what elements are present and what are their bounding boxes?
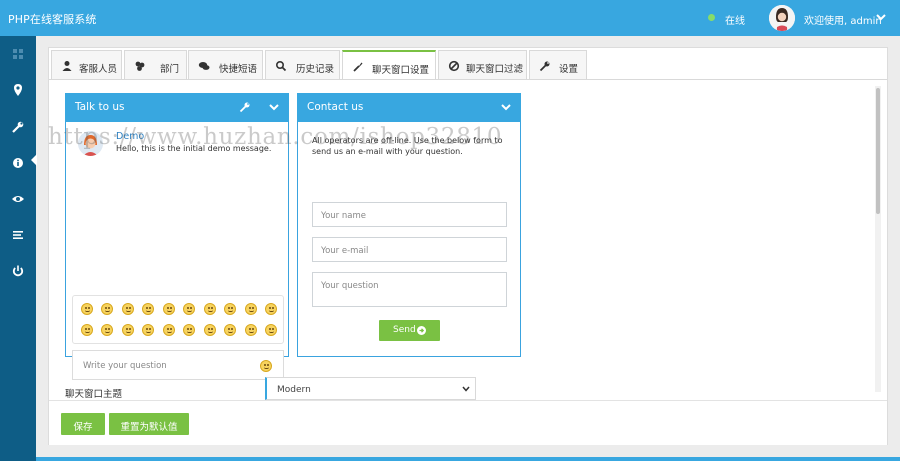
chevron-down-icon[interactable] — [876, 12, 886, 22]
wrench-icon — [539, 61, 550, 72]
emoji-icon[interactable] — [81, 303, 93, 315]
emoji-icon[interactable] — [224, 324, 236, 336]
chevron-down-icon[interactable] — [269, 102, 279, 112]
emoji-icon[interactable] — [142, 303, 154, 315]
ban-icon — [448, 60, 460, 72]
wrench-icon[interactable] — [11, 120, 25, 134]
active-nav-indicator — [31, 154, 37, 166]
user-avatar[interactable] — [769, 5, 795, 31]
chat-widget-title: Talk to us — [75, 101, 125, 113]
chat-messages-area: Demo Hello, this is the initial demo mes… — [66, 122, 288, 380]
tab-label: 部门 — [160, 64, 180, 75]
user-icon — [62, 61, 72, 71]
save-button-label: 保存 — [73, 422, 93, 433]
chevron-down-icon[interactable] — [501, 102, 511, 112]
chevron-down-icon — [462, 386, 470, 392]
contact-widget-header: Contact us — [297, 93, 521, 122]
tab-content: Talk to us Demo Hello, this is the initi… — [51, 80, 887, 400]
chat-bubbles-icon — [198, 62, 210, 70]
emoji-icon[interactable] — [183, 303, 195, 315]
tab-departments[interactable]: 部门 — [124, 50, 187, 80]
emoji-icon[interactable] — [265, 303, 277, 315]
chat-question-input[interactable]: Write your question — [72, 350, 284, 380]
tab-label: 历史记录 — [296, 64, 335, 75]
emoji-icon[interactable] — [265, 324, 277, 336]
map-marker-icon[interactable] — [11, 83, 25, 97]
tab-staff[interactable]: 客服人员 — [51, 50, 122, 80]
tab-history[interactable]: 历史记录 — [265, 50, 340, 80]
chat-widget-preview: Talk to us Demo Hello, this is the initi… — [65, 93, 289, 380]
tab-label: 快捷短语 — [219, 64, 258, 75]
tab-label: 设置 — [559, 64, 579, 75]
online-status-dot — [708, 14, 715, 21]
name-placeholder: Your name — [321, 211, 366, 221]
theme-selected-value: Modern — [277, 385, 311, 395]
sidebar — [0, 36, 37, 461]
tab-label: 聊天窗口过滤 — [466, 64, 524, 75]
emoji-icon[interactable] — [122, 324, 134, 336]
settings-panel: 客服人员 部门 快捷短语 历史记录 聊天窗口设置 聊天窗口过滤 设置 Talk … — [48, 47, 888, 445]
wrench-icon[interactable] — [239, 101, 251, 113]
emoji-icon[interactable] — [245, 324, 257, 336]
sitemap-icon — [135, 61, 145, 71]
welcome-text: 欢迎使用, admin — [804, 16, 882, 27]
theme-label: 聊天窗口主题 — [65, 389, 123, 400]
emoji-toggle-icon[interactable] — [260, 360, 272, 372]
emoji-picker — [72, 295, 284, 344]
online-status-text: 在线 — [725, 16, 745, 27]
emoji-icon[interactable] — [122, 303, 134, 315]
tab-label: 聊天窗口设置 — [372, 65, 430, 76]
emoji-icon[interactable] — [245, 303, 257, 315]
chat-input-placeholder: Write your question — [83, 361, 167, 371]
tab-chat-window-filter[interactable]: 聊天窗口过滤 — [438, 50, 527, 80]
top-bar: PHP在线客服系统 在线 欢迎使用, admin — [0, 0, 900, 36]
arrow-right-icon — [417, 326, 426, 335]
theme-select[interactable]: Modern — [265, 377, 476, 400]
email-placeholder: Your e-mail — [321, 246, 369, 256]
emoji-icon[interactable] — [163, 303, 175, 315]
bottom-accent-bar — [36, 457, 900, 461]
reset-default-button[interactable]: 重置为默认值 — [109, 413, 189, 435]
emoji-icon[interactable] — [163, 324, 175, 336]
tab-settings[interactable]: 设置 — [529, 50, 587, 80]
power-icon[interactable] — [11, 264, 25, 278]
send-button-label: Send — [393, 325, 416, 335]
contact-widget-title: Contact us — [307, 101, 364, 113]
emoji-icon[interactable] — [142, 324, 154, 336]
tab-label: 客服人员 — [79, 64, 118, 75]
operator-avatar — [78, 131, 103, 156]
app-title: PHP在线客服系统 — [8, 13, 97, 26]
contact-name-field[interactable]: Your name — [312, 202, 507, 227]
emoji-icon[interactable] — [224, 303, 236, 315]
tab-quick-phrases[interactable]: 快捷短语 — [188, 50, 263, 80]
chat-message-text: Hello, this is the initial demo message. — [116, 144, 272, 153]
emoji-icon[interactable] — [101, 324, 113, 336]
contact-intro-text: All operators are off-line. Use the belo… — [312, 136, 503, 156]
tab-chat-window-settings[interactable]: 聊天窗口设置 — [342, 50, 436, 80]
form-footer: 保存 重置为默认值 — [49, 400, 887, 445]
search-icon — [275, 60, 287, 72]
operator-name: Demo — [116, 131, 145, 142]
emoji-icon[interactable] — [183, 324, 195, 336]
emoji-icon[interactable] — [204, 324, 216, 336]
eye-icon[interactable] — [11, 192, 25, 206]
brush-icon — [353, 62, 363, 72]
emoji-icon[interactable] — [204, 303, 216, 315]
emoji-icon[interactable] — [81, 324, 93, 336]
list-icon[interactable] — [11, 228, 25, 242]
chat-widget-header: Talk to us — [65, 93, 289, 122]
contact-widget-preview: Contact us All operators are off-line. U… — [297, 93, 521, 357]
save-button[interactable]: 保存 — [61, 413, 105, 435]
send-button[interactable]: Send — [379, 320, 440, 341]
scrollbar-thumb[interactable] — [876, 88, 880, 214]
content-scrollbar[interactable] — [875, 86, 881, 392]
dashboard-icon[interactable] — [11, 47, 25, 61]
reset-button-label: 重置为默认值 — [120, 422, 178, 433]
contact-question-field[interactable]: Your question — [312, 272, 507, 307]
question-placeholder: Your question — [321, 281, 379, 291]
info-icon[interactable] — [11, 156, 25, 170]
emoji-icon[interactable] — [101, 303, 113, 315]
contact-email-field[interactable]: Your e-mail — [312, 237, 507, 262]
